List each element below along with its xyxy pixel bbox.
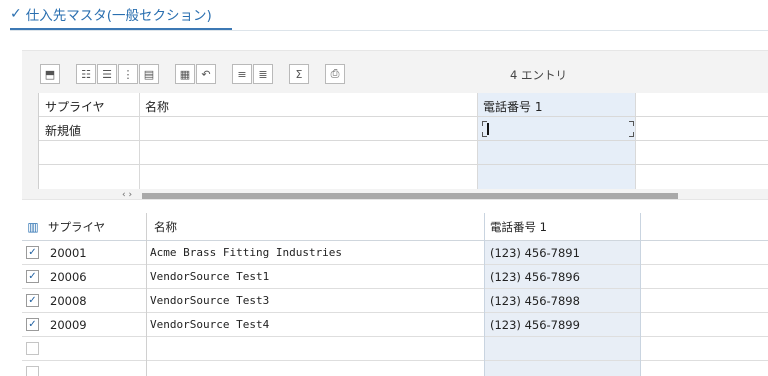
insert-row-icon: ⬒: [44, 67, 56, 81]
section-tab[interactable]: ✓ 仕入先マスタ(一般セクション): [10, 0, 232, 30]
column-chooser-button[interactable]: ▥: [26, 213, 40, 240]
row-checkbox-cell: ✓: [26, 265, 39, 288]
column-chooser-icon: ▥: [27, 219, 39, 234]
header-phone[interactable]: 電話番号 1: [490, 213, 547, 240]
entry-grid-header: サプライヤ 名称 電話番号 1: [39, 93, 768, 117]
filter-button[interactable]: ≣: [253, 64, 273, 84]
toolbar: ⬒ ☷ ☰ ⋮ ▤ ▦ ↶ ≡ ≣ Σ ⎙: [40, 63, 345, 85]
list-indent-icon: ⋮: [122, 67, 134, 81]
entry-col-divider: [477, 93, 478, 189]
sum-icon: Σ: [295, 67, 303, 81]
column-divider: [640, 213, 641, 376]
table-header: ▥ サプライヤ 名称 電話番号 1: [22, 213, 768, 241]
section-divider: [10, 30, 768, 31]
row-checkbox[interactable]: [26, 366, 39, 376]
cell-phone: (123) 456-7898: [490, 293, 580, 308]
entry-header-name: 名称: [145, 100, 170, 114]
entry-empty-row: [39, 165, 768, 189]
align-center-icon: ≡: [237, 67, 247, 81]
table-row[interactable]: ✓ 20008 VendorSource Test3 (123) 456-7898: [22, 289, 768, 313]
table-row[interactable]: ✓ 20006 VendorSource Test1 (123) 456-7896: [22, 265, 768, 289]
cell-name: VendorSource Test1: [150, 270, 270, 283]
header-name[interactable]: 名称: [154, 213, 177, 240]
cell-supplier: 20006: [50, 269, 87, 284]
print-icon: ⎙: [330, 67, 340, 80]
new-value-label: 新規値: [45, 124, 82, 138]
list-bulleted-icon: ☰: [102, 67, 112, 81]
entry-empty-row: [39, 141, 768, 165]
entry-grid: サプライヤ 名称 電話番号 1 新規値: [38, 93, 768, 189]
row-checkbox[interactable]: ✓: [26, 318, 39, 331]
entry-col-divider: [635, 93, 636, 189]
checkmark-icon: ✓: [28, 247, 37, 258]
insert-row-button[interactable]: ⬒: [40, 64, 60, 84]
checkmark-icon: ✓: [28, 271, 37, 282]
cell-name: VendorSource Test3: [150, 294, 270, 307]
checkmark-icon: ✓: [28, 319, 37, 330]
cell-phone: (123) 456-7891: [490, 245, 580, 260]
list-indent-button[interactable]: ⋮: [118, 64, 138, 84]
row-checkbox-cell: [26, 361, 39, 376]
row-checkbox-cell: [26, 337, 39, 360]
cell-supplier: 20009: [50, 317, 87, 332]
cell-name: VendorSource Test4: [150, 318, 270, 331]
filter-icon: ≣: [258, 67, 268, 81]
row-checkbox-cell: ✓: [26, 241, 39, 264]
cell-name: Acme Brass Fitting Industries: [150, 246, 343, 259]
cell-phone: (123) 456-7896: [490, 269, 580, 284]
row-checkbox-cell: ✓: [26, 289, 39, 312]
phone-field-cursor[interactable]: [482, 121, 634, 137]
entry-header-supplier: サプライヤ: [45, 100, 105, 114]
print-button[interactable]: ⎙: [325, 64, 345, 84]
align-center-button[interactable]: ≡: [232, 64, 252, 84]
phone-input[interactable]: [483, 97, 635, 113]
cell-supplier: 20001: [50, 245, 87, 260]
table-row[interactable]: ✓ 20001 Acme Brass Fitting Industries (123)…: [22, 241, 768, 265]
row-checkbox[interactable]: ✓: [26, 246, 39, 259]
scroll-arrows-icon[interactable]: ‹ ›: [122, 190, 132, 200]
undo-button[interactable]: ↶: [196, 64, 216, 84]
horizontal-scrollbar[interactable]: ‹ ›: [122, 190, 696, 200]
column-settings-icon: ▦: [179, 67, 191, 81]
supplier-table: ▥ サプライヤ 名称 電話番号 1 ✓ 20001 Acme Brass Fitti…: [22, 213, 768, 376]
list-numbered-icon: ☷: [81, 67, 91, 81]
entry-count: 4 エントリ: [510, 68, 567, 82]
section-title: 仕入先マスタ(一般セクション): [25, 8, 212, 24]
list-bulleted-button[interactable]: ☰: [97, 64, 117, 84]
details-icon: ▤: [143, 67, 155, 81]
new-entry-row[interactable]: 新規値: [39, 117, 768, 141]
scrollbar-thumb[interactable]: [142, 193, 678, 199]
list-numbered-button[interactable]: ☷: [76, 64, 96, 84]
sum-button[interactable]: Σ: [289, 64, 309, 84]
row-checkbox[interactable]: [26, 342, 39, 355]
details-button[interactable]: ▤: [139, 64, 159, 84]
table-row[interactable]: [22, 361, 768, 376]
undo-icon: ↶: [201, 67, 211, 81]
column-settings-button[interactable]: ▦: [175, 64, 195, 84]
table-row[interactable]: [22, 337, 768, 361]
row-checkbox-cell: ✓: [26, 313, 39, 336]
check-icon: ✓: [10, 6, 22, 22]
entry-col-divider: [139, 93, 140, 189]
column-divider: [484, 213, 485, 376]
header-supplier[interactable]: サプライヤ: [48, 213, 105, 240]
entry-panel: ⬒ ☷ ☰ ⋮ ▤ ▦ ↶ ≡ ≣ Σ ⎙ 4 エントリ サプライヤ 名称 電話…: [22, 50, 768, 200]
checkmark-icon: ✓: [28, 295, 37, 306]
text-caret: [487, 123, 489, 135]
cell-supplier: 20008: [50, 293, 87, 308]
column-divider: [146, 213, 147, 376]
table-row[interactable]: ✓ 20009 VendorSource Test4 (123) 456-7899: [22, 313, 768, 337]
row-checkbox[interactable]: ✓: [26, 270, 39, 283]
row-checkbox[interactable]: ✓: [26, 294, 39, 307]
cell-phone: (123) 456-7899: [490, 317, 580, 332]
